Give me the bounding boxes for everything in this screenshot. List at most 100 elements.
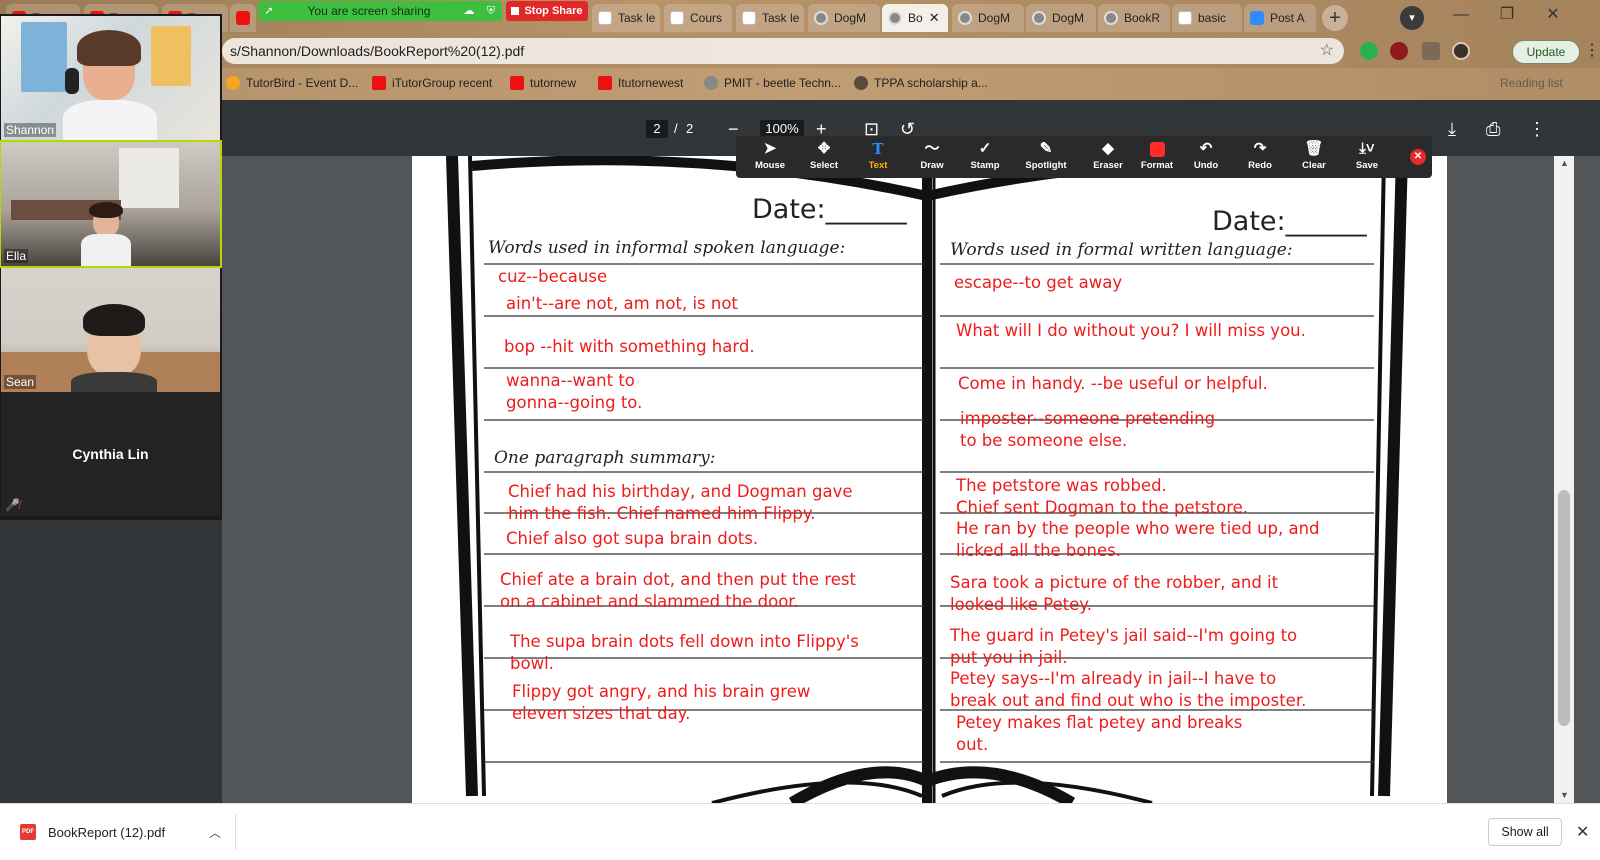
stamp-tool-button[interactable]: ✓ Stamp [957, 140, 1013, 171]
format-tool-button[interactable]: Format [1129, 140, 1185, 171]
tab[interactable] [230, 4, 256, 32]
profile-avatar[interactable] [1452, 42, 1470, 60]
annotation-text[interactable]: on a cabinet and slammed the door. [500, 591, 799, 613]
bookmark-item[interactable]: PMIT - beetle Techn... [704, 76, 841, 90]
text-tool-button[interactable]: T Text [850, 140, 906, 171]
puzzle-extension-icon[interactable] [1422, 42, 1440, 60]
chevron-up-icon[interactable]: ︿ [209, 824, 221, 841]
show-all-button[interactable]: Show all [1488, 818, 1562, 846]
video-tile-shannon[interactable]: Shannon [1, 16, 220, 140]
tab[interactable]: Task le [736, 4, 804, 32]
tab[interactable]: Cours [664, 4, 732, 32]
annotation-text[interactable]: The guard in Petey's jail said--I'm goin… [950, 625, 1297, 647]
minimize-icon[interactable]: — [1438, 0, 1484, 32]
scroll-down-arrow-icon[interactable]: ▼ [1560, 790, 1569, 800]
bookmark-star-icon[interactable]: ☆ [1320, 38, 1334, 64]
bookmark-item[interactable]: tutornew [510, 76, 576, 90]
browser-menu-icon[interactable]: ⋮ [1584, 40, 1600, 60]
video-tile-ella[interactable]: Ella [0, 140, 222, 268]
tab-search-icon[interactable]: ▾ [1400, 6, 1424, 30]
pdf-scrollbar-thumb[interactable] [1558, 490, 1570, 726]
select-tool-button[interactable]: ✥ Select [796, 140, 852, 171]
tab-active[interactable]: Bo ✕ [882, 4, 948, 32]
annotation-text[interactable]: The supa brain dots fell down into Flipp… [510, 631, 859, 653]
annotation-text[interactable]: Come in handy. --be useful or helpful. [958, 373, 1268, 395]
annotation-text[interactable]: Chief sent Dogman to the petstore. [956, 497, 1248, 519]
annotation-text[interactable]: out. [956, 734, 988, 756]
close-annotate-icon[interactable]: ✕ [1410, 149, 1426, 165]
annotation-text[interactable]: escape--to get away [954, 272, 1122, 294]
tab[interactable]: DogM [808, 4, 880, 32]
close-window-icon[interactable]: ✕ [1530, 0, 1576, 32]
clear-button[interactable]: 🗑 Clear [1286, 140, 1342, 171]
video-tile-cynthia[interactable]: Cynthia Lin 🎤̸ [1, 392, 220, 516]
annotation-text[interactable]: Flippy got angry, and his brain grew [512, 681, 810, 703]
bookmark-item[interactable]: TPPA scholarship a... [854, 76, 988, 90]
update-button[interactable]: Update [1512, 40, 1580, 64]
close-download-bar-icon[interactable]: ✕ [1576, 822, 1589, 842]
annotation-text[interactable]: Sara took a picture of the robber, and i… [950, 572, 1278, 594]
annotation-text[interactable]: Chief had his birthday, and Dogman gave [508, 481, 853, 503]
print-icon[interactable]: ⎙ [1486, 120, 1500, 138]
annotation-text[interactable]: gonna--going to. [506, 392, 642, 414]
new-tab-button[interactable]: + [1322, 5, 1348, 31]
redo-button[interactable]: ↷ Redo [1232, 140, 1288, 171]
participant-hair [83, 304, 145, 336]
extension-green-icon[interactable] [1360, 42, 1378, 60]
annotation-text[interactable]: licked all the bones. [956, 540, 1121, 562]
video-tile-sean[interactable]: Sean [1, 268, 220, 392]
restore-icon[interactable]: ❐ [1484, 0, 1530, 32]
undo-button[interactable]: ↶ Undo [1178, 140, 1234, 171]
tab[interactable]: Task le [592, 4, 660, 32]
annotation-text[interactable]: ain't--are not, am not, is not [506, 293, 738, 315]
page-number-input[interactable]: 2 [646, 120, 668, 138]
screen-sharing-bar[interactable]: ➚ You are screen sharing ☁ ⛨ [258, 1, 502, 21]
bookmark-item[interactable]: iTutorGroup recent [372, 76, 492, 90]
address-bar[interactable]: s/Shannon/Downloads/BookReport%20(12).pd… [222, 38, 1344, 64]
mouse-tool-button[interactable]: ➤ Mouse [742, 140, 798, 171]
spotlight-tool-button[interactable]: ✎ Spotlight [1018, 140, 1074, 171]
stop-share-button[interactable]: Stop Share [506, 1, 588, 21]
annotation-text[interactable]: him the fish. Chief named him Flippy. [508, 503, 816, 525]
annotation-text[interactable]: eleven sizes that day. [512, 703, 690, 725]
annotation-text[interactable]: bop --hit with something hard. [504, 336, 755, 358]
move-icon: ✥ [817, 140, 831, 157]
annotation-text[interactable]: The petstore was robbed. [956, 475, 1167, 497]
annotation-text[interactable]: Petey makes flat petey and breaks [956, 712, 1242, 734]
annotation-text[interactable]: to be someone else. [960, 430, 1127, 452]
annotation-text[interactable]: put you in jail. [950, 647, 1068, 669]
itutor-icon [510, 76, 524, 90]
download-icon[interactable]: ⤓ [1448, 120, 1456, 138]
download-item[interactable]: PDF BookReport (12).pdf ︿ [12, 814, 236, 850]
tab[interactable]: basic [1172, 4, 1242, 32]
annotation-text[interactable]: break out and find out who is the impost… [950, 690, 1306, 712]
annotation-text[interactable]: Petey says--I'm already in jail--I have … [950, 668, 1276, 690]
bookmark-item[interactable]: TutorBird - Event D... [226, 76, 358, 90]
shield-icon: ⛨ [486, 5, 496, 17]
tab[interactable]: DogM [1026, 4, 1096, 32]
pdf-viewer[interactable]: Date:______ Date:______ Words used in in… [222, 156, 1600, 803]
tab-close-icon[interactable]: ✕ [929, 10, 940, 26]
poster-graphic [151, 26, 191, 86]
annotation-text[interactable]: imposter--someone pretending [960, 408, 1215, 430]
annotation-text[interactable]: bowl. [510, 653, 554, 675]
annotation-text[interactable]: Chief also got supa brain dots. [506, 528, 758, 550]
eraser-tool-button[interactable]: ◆ Eraser [1080, 140, 1136, 171]
reading-list-button[interactable]: Reading list [1500, 76, 1563, 90]
annotation-text[interactable]: Chief ate a brain dot, and then put the … [500, 569, 856, 591]
annotation-text[interactable]: cuz--because [498, 266, 607, 288]
annotation-text[interactable]: wanna--want to [506, 370, 635, 392]
tab[interactable]: BookR [1098, 4, 1170, 32]
ublock-icon[interactable] [1390, 42, 1408, 60]
annotation-text[interactable]: What will I do without you? I will miss … [956, 320, 1306, 342]
save-button[interactable]: ⤓˅ Save [1339, 140, 1395, 171]
bookmark-item[interactable]: Itutornewest [598, 76, 683, 90]
draw-tool-button[interactable]: 〜 Draw [904, 140, 960, 171]
tab[interactable]: DogM [952, 4, 1024, 32]
pdf-more-icon[interactable]: ⋮ [1528, 120, 1546, 138]
scroll-up-arrow-icon[interactable]: ▲ [1560, 158, 1569, 168]
annotation-text[interactable]: He ran by the people who were tied up, a… [956, 518, 1320, 540]
zoom-out-icon[interactable]: − [728, 120, 739, 138]
tab[interactable]: Post A [1244, 4, 1316, 32]
annotation-text[interactable]: looked like Petey. [950, 594, 1092, 616]
